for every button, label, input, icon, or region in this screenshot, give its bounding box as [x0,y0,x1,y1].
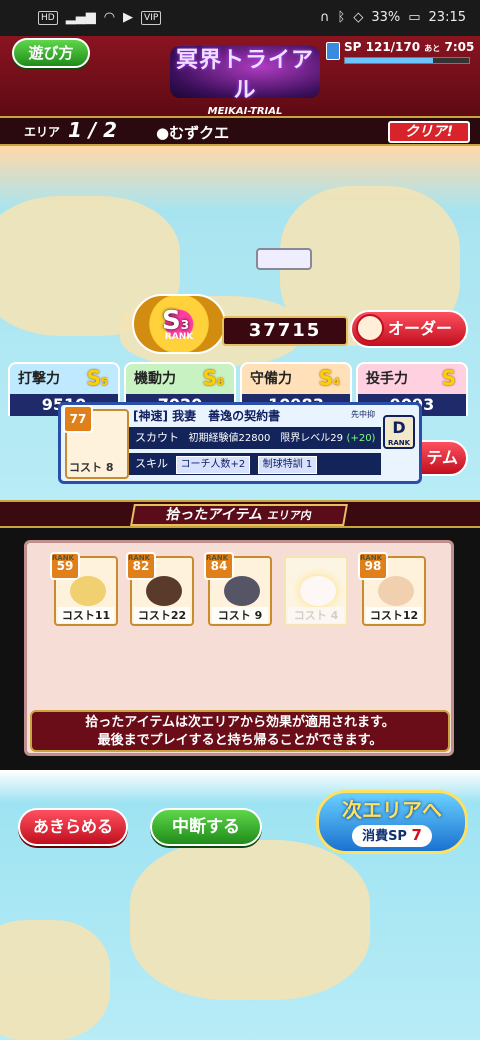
map-boat [256,248,312,270]
stat-name: 機動力 [134,371,176,387]
sparkle-portrait [300,576,336,606]
card-position: 先中抑 [351,410,375,419]
item-cost: コスト 9 [212,607,268,623]
card-rank: 77 [63,405,93,433]
give-up-button[interactable]: あきらめる [18,808,128,846]
items-title: 拾ったアイテム [164,507,265,523]
rank-grade: S [162,306,181,336]
suspend-button[interactable]: 中断する [150,808,262,846]
map-island [0,920,110,1040]
next-area-button[interactable]: 次エリアへ 消費SP 7 [316,790,468,854]
next-area-label: 次エリアへ [342,798,442,822]
item-card[interactable]: RANK 98 コスト12 [358,552,426,626]
item-rank-label: RANK [52,554,75,562]
character-portrait: 77 コスト 8 [63,405,129,479]
sp-cost-value: 7 [411,826,422,844]
stat-name: 守備力 [250,371,292,387]
card-cost: コスト 8 [69,461,114,474]
drank-grade: D [392,418,406,437]
area-name: ●むずクエ [156,124,230,142]
item-cost: コスト 4 [288,607,344,623]
how-to-play-button[interactable]: 遊び方 [12,38,90,68]
skill-label: スキル [135,457,168,470]
character-portrait [378,576,414,606]
item-cost: コスト22 [134,607,190,623]
hd-badge: HD [38,10,58,25]
rank-level: 3 [180,318,190,332]
order-label: オーダー [387,319,452,338]
area-bar: エリア 1 / 2 ●むずクエ クリア! [0,116,480,146]
note-line: 最後までプレイすると持ち帰ることができます。 [97,733,383,748]
mute-icon: ◇ [353,10,364,25]
items-header: 拾ったアイテム エリア内 [0,500,480,528]
stat-grade: S [318,366,334,390]
signal-icon: ▂▄▆ [65,10,96,25]
stat-grade: S [441,366,456,390]
item-cost: コスト11 [58,607,114,623]
note-line: 拾ったアイテムは次エリアから効果が適用されます。 [85,715,395,730]
character-portrait [70,576,106,606]
sp-value: SP 121/170 [344,40,421,54]
items-note: 拾ったアイテムは次エリアから効果が適用されます。 最後までプレイすると持ち帰るこ… [30,710,450,752]
sp-meter: SP 121/170 あと 7:05 [326,38,474,68]
scout-bonus: (+20) [346,433,376,444]
sp-timer: 7:05 [444,40,475,54]
wifi-icon: ◠ [103,10,116,25]
event-logo: 冥界トライアル MEIKAI-TRIAL [170,46,320,117]
stat-level: 4 [333,377,340,388]
drank-label: RANK [387,439,411,447]
item-card[interactable]: RANK 82 コスト22 [126,552,194,626]
sp-cost-label: 消費SP [362,829,407,844]
youtube-icon: ▶ [123,10,134,25]
logo-title: 冥界トライアル [175,48,314,103]
area-label: エリア [24,125,61,139]
clock-text: 23:15 [428,10,466,25]
items-subtitle: エリア内 [266,509,313,522]
sp-bar [344,57,470,64]
map-island [130,840,370,1000]
character-portrait [146,576,182,606]
battery-icon: ▭ [408,10,421,25]
sp-suffix: あと [424,44,441,53]
card-drank: D RANK [383,415,415,449]
stat-level: 8 [217,377,224,388]
item-rank-label: RANK [206,554,229,562]
skill-chip: コーチ人数+2 [175,456,251,474]
team-rank-badge: S3 RANK [132,294,226,354]
stat-name: 投手力 [366,371,408,387]
item-card[interactable]: RANK 59 コスト11 [50,552,118,626]
status-bar: HD ▂▄▆ ◠ ▶ VIP ∩ ᛒ ◇ 33% ▭ 23:15 [0,0,480,36]
stat-name: 打撃力 [18,371,60,387]
area-progress: 1 / 2 [68,118,118,142]
stat-level: 5 [101,377,108,388]
item-cost: コスト12 [366,607,422,623]
bluetooth-icon: ᛒ [337,10,346,25]
player-icon [356,314,384,342]
mask-portrait [224,576,260,606]
order-button[interactable]: オーダー [350,310,468,348]
sp-icon [326,42,340,60]
stat-grade: S [202,366,218,390]
sp-cost: 消費SP 7 [352,825,432,847]
total-score: 37715 [222,316,348,346]
scout-row: スカウト 初期経験値22800 限界レベル29 (+20) [129,427,381,449]
scout-text: 初期経験値22800 限界レベル29 [188,433,344,444]
headphone-icon: ∩ [320,10,330,25]
item-rank-label: RANK [128,554,151,562]
item-rank-label: RANK [360,554,383,562]
item-card[interactable]: RANK 84 コスト 9 [204,552,272,626]
skill-chip: 制球特訓 1 [257,456,318,474]
battery-text: 33% [371,10,401,25]
character-card-popup[interactable]: 77 コスト 8 [神速] 我妻 善逸の契約書 先中抑 D RANK スカウト 初… [58,402,422,484]
vip-badge: VIP [141,10,162,25]
stat-grade: S [86,366,102,390]
sp-bar-fill [345,58,434,63]
clear-button[interactable]: クリア! [388,121,470,143]
scout-label: スカウト [135,431,179,444]
item-card[interactable]: コスト 4 [284,556,348,626]
skill-row: スキル コーチ人数+2 制球特訓 1 [129,453,381,475]
